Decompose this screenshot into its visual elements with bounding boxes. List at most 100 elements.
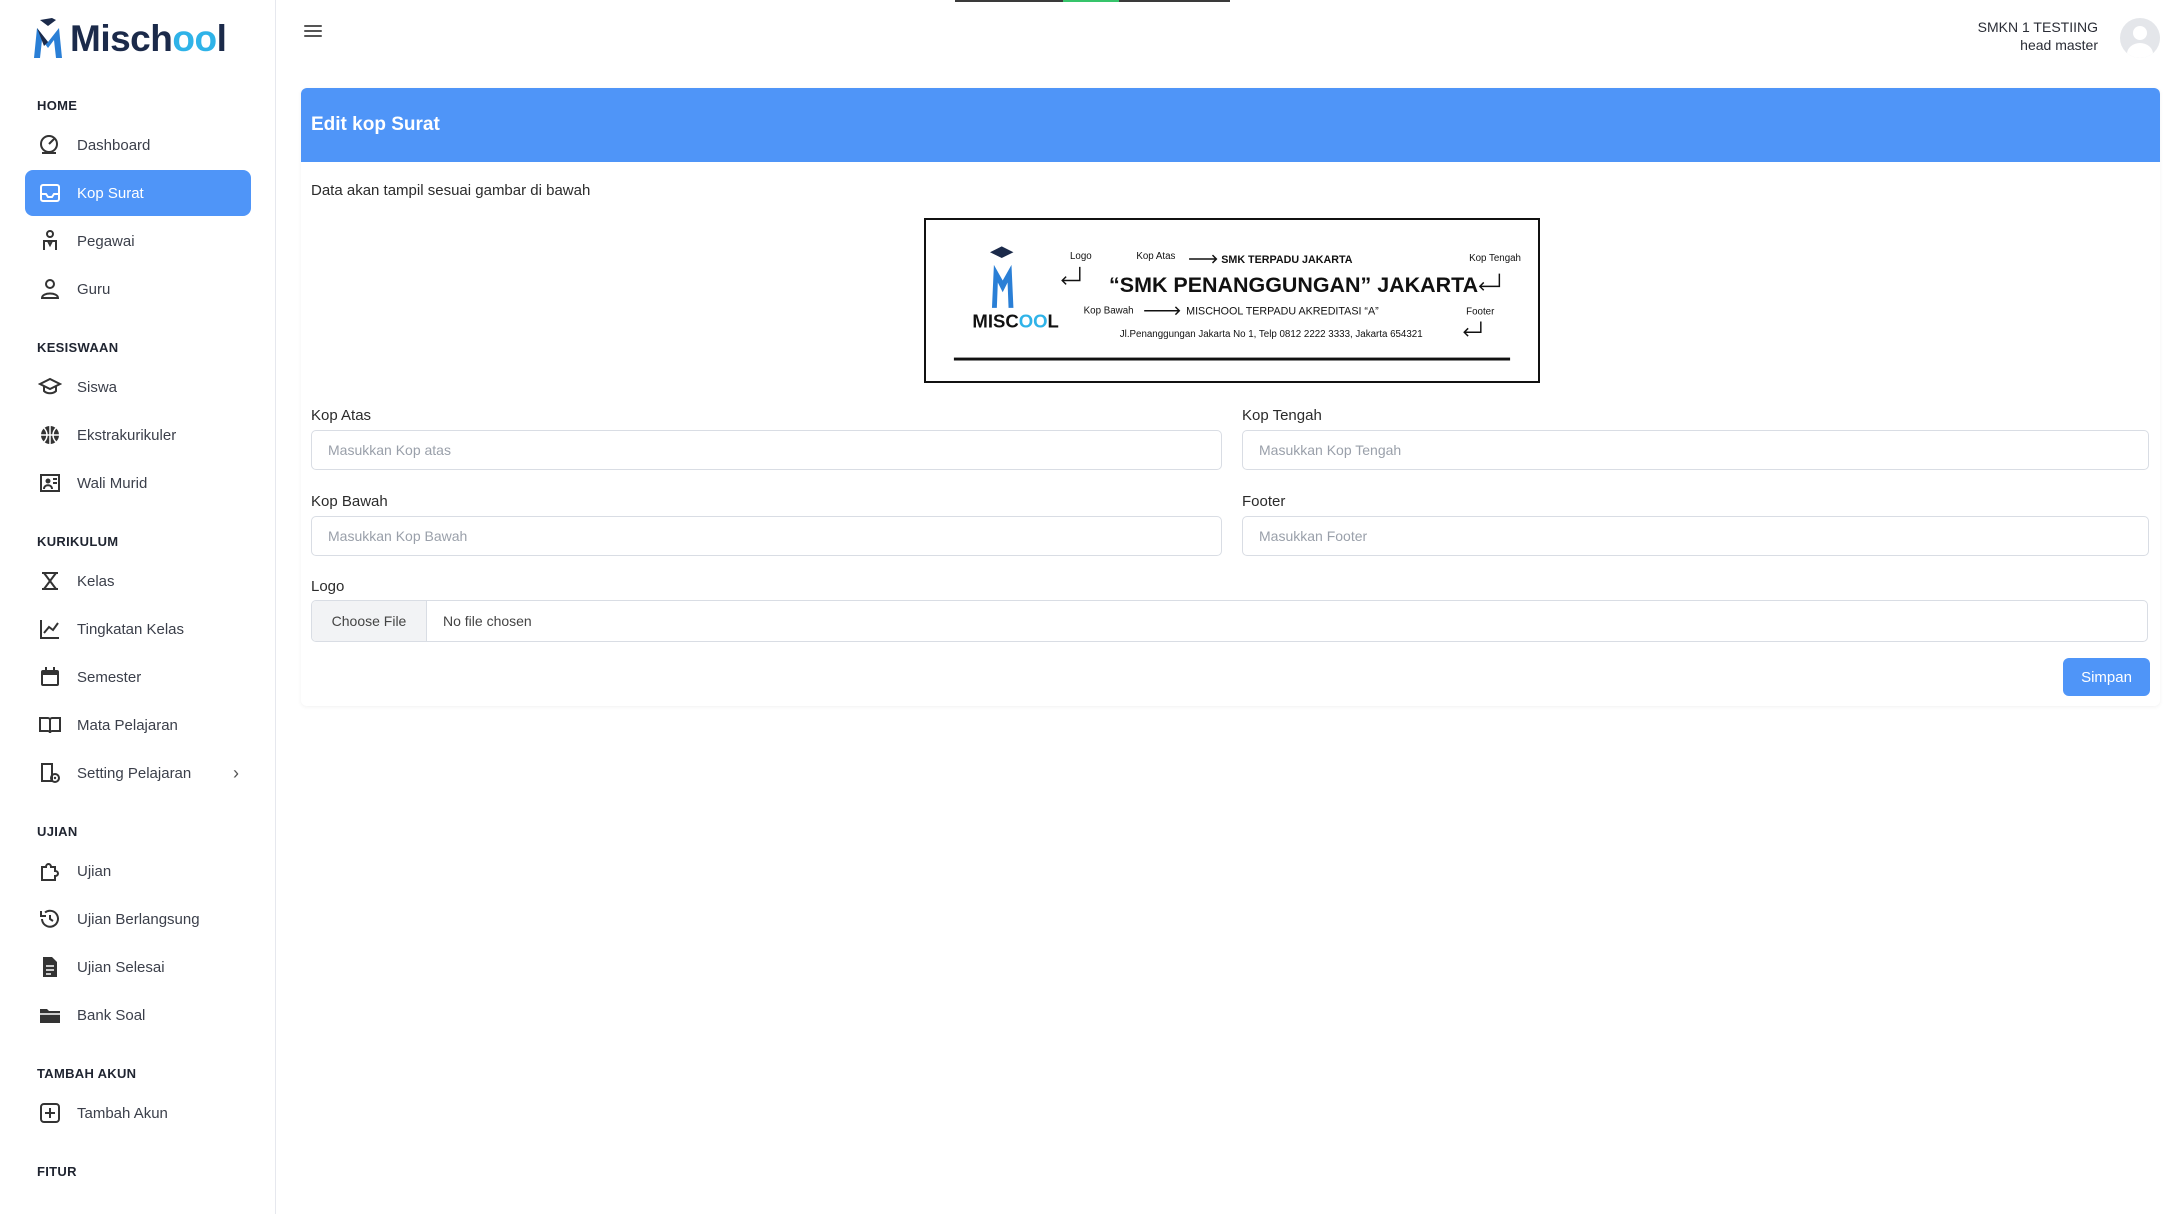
edit-kop-surat-card: Edit kop Surat Data akan tampil sesuai g…	[301, 88, 2160, 706]
sidebar-item-siswa[interactable]: Siswa	[25, 364, 251, 410]
nav-section-kurikulum: KURIKULUM	[37, 534, 119, 549]
kop-atas-input[interactable]	[311, 430, 1222, 470]
save-button[interactable]: Simpan	[2063, 658, 2150, 696]
kop-atas-label: Kop Atas	[311, 407, 372, 424]
parent-icon	[37, 470, 63, 496]
calendar-icon	[37, 664, 63, 690]
sidebar-item-mata-pelajaran[interactable]: Mata Pelajaran	[25, 702, 251, 748]
sidebar-item-label: Tambah Akun	[77, 1104, 168, 1122]
dashboard-icon	[37, 132, 63, 158]
preview-kop-atas: SMK TERPADU JAKARTA	[1221, 254, 1352, 266]
document-icon	[37, 954, 63, 980]
kop-bawah-label: Kop Bawah	[311, 493, 388, 510]
sidebar-item-pegawai[interactable]: Pegawai	[25, 218, 251, 264]
sidebar-item-label: Setting Pelajaran	[77, 764, 192, 782]
sidebar-item-ujian-selesai[interactable]: Ujian Selesai	[25, 944, 251, 990]
teacher-icon	[37, 276, 63, 302]
history-icon	[37, 906, 63, 932]
sidebar-item-label: Siswa	[77, 378, 118, 396]
sidebar-item-label: Pegawai	[77, 232, 135, 250]
kop-preview-graphic: MISCOOL Logo Kop Atas SMK TERPADU JAKART…	[953, 246, 1521, 361]
sidebar-item-semester[interactable]: Semester	[25, 654, 251, 700]
sidebar-item-tingkatan-kelas[interactable]: Tingkatan Kelas	[25, 606, 251, 652]
user-name: SMKN 1 TESTIING	[1977, 19, 2098, 35]
preview-kop-tengah: “SMK PENANGGUNGAN” JAKARTA	[1109, 273, 1478, 297]
preview-label-kop-bawah: Kop Bawah	[1084, 306, 1134, 317]
sidebar: Mischool HOME Dashboard Kop Surat Pegawai Gu…	[0, 0, 276, 1214]
sidebar-item-setting-pelajaran[interactable]: Setting Pelajaran ›	[25, 750, 251, 796]
brand-logo[interactable]: Mischool	[32, 14, 227, 64]
chart-up-icon	[37, 616, 63, 642]
kop-bawah-input[interactable]	[311, 516, 1222, 556]
sidebar-item-kelas[interactable]: Kelas	[25, 558, 251, 604]
user-role: head master	[2020, 37, 2098, 53]
sidebar-item-label: Kelas	[77, 572, 115, 590]
preview-label-footer: Footer	[1466, 307, 1495, 318]
footer-input[interactable]	[1242, 516, 2149, 556]
sidebar-nav: HOME Dashboard Kop Surat Pegawai Guru KESISWA…	[25, 96, 251, 1188]
class-icon	[37, 568, 63, 594]
sidebar-item-dashboard[interactable]: Dashboard	[25, 122, 251, 168]
book-icon	[37, 712, 63, 738]
nav-section-fitur: FITUR	[37, 1164, 77, 1179]
nav-section-tambah-akun: TAMBAH AKUN	[37, 1066, 137, 1081]
folder-icon	[37, 1002, 63, 1028]
nav-section-ujian: UJIAN	[37, 824, 78, 839]
kop-tengah-label: Kop Tengah	[1242, 407, 1322, 424]
preview-label-kop-atas: Kop Atas	[1136, 251, 1175, 262]
preview-logo-text: MISCOOL	[972, 310, 1058, 331]
sidebar-item-label: Guru	[77, 280, 111, 298]
settings-doc-icon	[37, 760, 63, 786]
sidebar-item-tambah-akun[interactable]: Tambah Akun	[25, 1090, 251, 1136]
sidebar-item-wali-murid[interactable]: Wali Murid	[25, 460, 251, 506]
footer-label: Footer	[1242, 493, 1286, 510]
graduation-cap-icon	[37, 374, 63, 400]
sidebar-item-label: Bank Soal	[77, 1006, 146, 1024]
puzzle-icon	[37, 858, 63, 884]
menu-toggle-icon[interactable]	[302, 22, 324, 40]
preview-label-logo: Logo	[1070, 251, 1092, 262]
preview-label-kop-tengah: Kop Tengah	[1469, 253, 1521, 264]
sidebar-item-bank-soal[interactable]: Bank Soal	[25, 992, 251, 1038]
file-status: No file chosen	[443, 613, 532, 629]
brand-name: Mischool	[70, 18, 227, 59]
sidebar-item-label: Dashboard	[77, 136, 151, 154]
preview-divider	[953, 357, 1511, 361]
logo-label: Logo	[311, 578, 345, 595]
sidebar-item-label: Wali Murid	[77, 474, 148, 492]
sidebar-item-label: Ujian Berlangsung	[77, 910, 200, 928]
sidebar-item-label: Ujian Selesai	[77, 958, 165, 976]
sidebar-item-kop-surat[interactable]: Kop Surat	[25, 170, 251, 216]
preview-logo-mark	[991, 264, 1014, 308]
user-info[interactable]: SMKN 1 TESTIING head master	[1978, 18, 2098, 54]
basketball-icon	[37, 422, 63, 448]
sidebar-item-label: Tingkatan Kelas	[77, 620, 185, 638]
sidebar-item-guru[interactable]: Guru	[25, 266, 251, 312]
avatar[interactable]	[2120, 18, 2160, 58]
inbox-icon	[37, 180, 63, 206]
sidebar-item-ekstrakurikuler[interactable]: Ekstrakurikuler	[25, 412, 251, 458]
chevron-right-icon: ›	[233, 762, 239, 783]
nav-section-kesiswaan: KESISWAAN	[37, 340, 119, 355]
sidebar-item-label: Mata Pelajaran	[77, 716, 178, 734]
nav-section-home: HOME	[37, 98, 78, 113]
preview-kop-bawah: MISCHOOL TERPADU AKREDITASI “A”	[1186, 306, 1379, 318]
sidebar-item-ujian[interactable]: Ujian	[25, 848, 251, 894]
preview-footer: Jl.Penanggungan Jakarta No 1, Telp 0812 …	[1120, 329, 1423, 340]
helper-text: Data akan tampil sesuai gambar di bawah	[311, 182, 591, 199]
sidebar-item-label: Ekstrakurikuler	[77, 426, 177, 444]
sidebar-item-label: Ujian	[77, 862, 112, 880]
sidebar-item-label: Semester	[77, 668, 142, 686]
preview-logo-cap	[990, 246, 1014, 259]
plus-box-icon	[37, 1100, 63, 1126]
logo-file-input[interactable]: Choose File No file chosen	[311, 600, 2148, 642]
mischool-logo-icon	[34, 18, 62, 58]
choose-file-button[interactable]: Choose File	[312, 601, 427, 641]
page-title: Edit kop Surat	[311, 114, 440, 135]
kop-tengah-input[interactable]	[1242, 430, 2149, 470]
sidebar-item-ujian-berlangsung[interactable]: Ujian Berlangsung	[25, 896, 251, 942]
kop-preview-image: MISCOOL Logo Kop Atas SMK TERPADU JAKART…	[924, 218, 1540, 383]
employee-icon	[37, 228, 63, 254]
page-load-progress	[955, 0, 1230, 2]
sidebar-item-label: Kop Surat	[77, 184, 144, 202]
